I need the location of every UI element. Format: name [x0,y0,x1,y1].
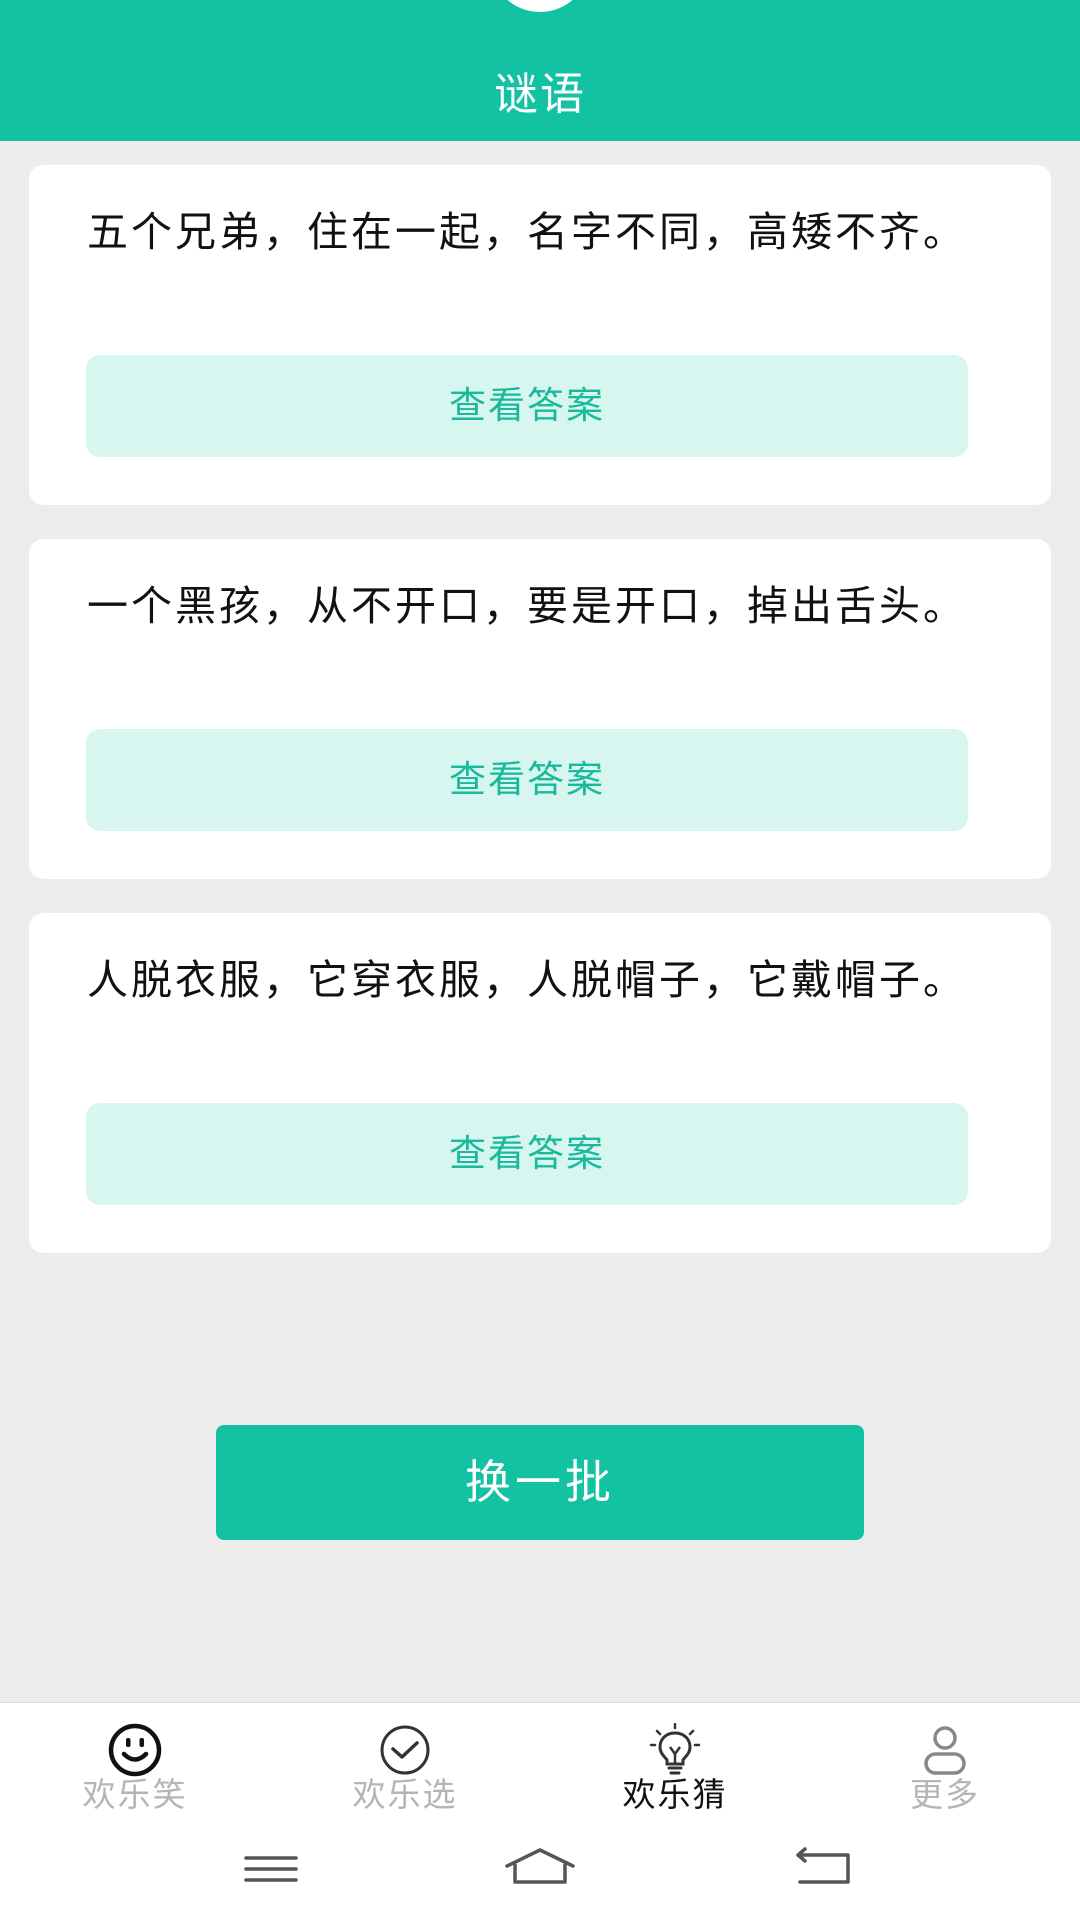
top-header: 谜语 [0,0,1080,141]
tab-huanlexuan[interactable]: 欢乐选 [270,1703,540,1821]
header-avatar-circle [490,0,590,12]
menu-icon[interactable] [226,1838,316,1898]
tab-label: 更多 [910,1775,980,1814]
view-answer-button[interactable]: 查看答案 [86,729,968,831]
back-icon[interactable] [778,1838,868,1898]
tab-huanlexiao[interactable]: 欢乐笑 [0,1703,270,1821]
home-icon[interactable] [495,1838,585,1898]
tab-more[interactable]: 更多 [810,1703,1080,1821]
tab-label: 欢乐选 [352,1775,458,1814]
check-circle-icon [380,1725,430,1775]
view-answer-button[interactable]: 查看答案 [86,355,968,457]
riddle-question: 五个兄弟，住在一起，名字不同，高矮不齐。 [87,208,967,256]
riddle-question: 人脱衣服，它穿衣服，人脱帽子，它戴帽子。 [87,956,967,1004]
app-screen: 谜语 五个兄弟，住在一起，名字不同，高矮不齐。 查看答案 一个黑孩，从不开口，要… [0,0,1080,1920]
tab-label: 欢乐笑 [82,1775,188,1814]
riddle-question: 一个黑孩，从不开口，要是开口，掉出舌头。 [87,582,967,630]
system-nav-bar [0,1820,1080,1920]
person-icon [924,1726,966,1775]
bottom-tab-bar: 欢乐笑 欢乐选 欢乐猜 更多 [0,1702,1080,1821]
tab-label: 欢乐猜 [622,1775,728,1814]
tab-huanlecai[interactable]: 欢乐猜 [540,1703,810,1821]
lightbulb-icon [649,1723,701,1775]
riddle-card: 一个黑孩，从不开口，要是开口，掉出舌头。 查看答案 [29,539,1051,879]
riddle-card: 五个兄弟，住在一起，名字不同，高矮不齐。 查看答案 [29,165,1051,505]
page-title: 谜语 [494,69,586,120]
riddle-card: 人脱衣服，它穿衣服，人脱帽子，它戴帽子。 查看答案 [29,913,1051,1253]
refresh-batch-button[interactable]: 换一批 [216,1425,864,1540]
smiley-face-icon [108,1723,162,1777]
view-answer-button[interactable]: 查看答案 [86,1103,968,1205]
